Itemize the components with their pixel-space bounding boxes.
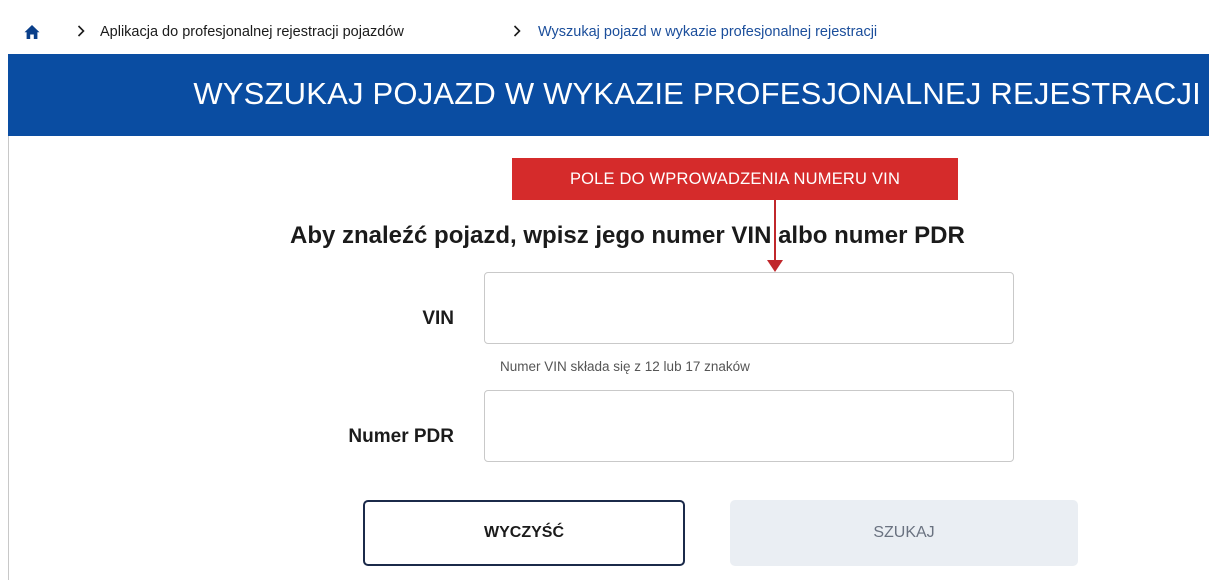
vin-input[interactable] [484, 272, 1014, 344]
annotation-label: POLE DO WPROWADZENIA NUMERU VIN [512, 158, 958, 200]
pdr-label: Numer PDR [348, 426, 454, 447]
annotation-arrow-down-icon [767, 260, 783, 272]
search-button[interactable]: SZUKAJ [730, 500, 1078, 566]
breadcrumb: Aplikacja do profesjonalnej rejestracji … [0, 0, 1209, 54]
chevron-right-icon [513, 25, 521, 37]
chevron-right-icon [77, 25, 85, 37]
vin-label: VIN [422, 308, 454, 329]
pdr-input[interactable] [484, 390, 1014, 462]
breadcrumb-item-search[interactable]: Wyszukaj pojazd w wykazie profesjonalnej… [538, 24, 877, 40]
page-title: WYSZUKAJ POJAZD W WYKAZIE PROFESJONALNEJ… [193, 76, 1201, 111]
clear-button[interactable]: WYCZYŚĆ [363, 500, 685, 566]
search-instruction: Aby znaleźć pojazd, wpisz jego numer VIN… [290, 222, 965, 249]
vin-hint: Numer VIN składa się z 12 lub 17 znaków [500, 359, 750, 374]
breadcrumb-item-app[interactable]: Aplikacja do profesjonalnej rejestracji … [100, 24, 404, 40]
home-icon[interactable] [24, 24, 40, 40]
